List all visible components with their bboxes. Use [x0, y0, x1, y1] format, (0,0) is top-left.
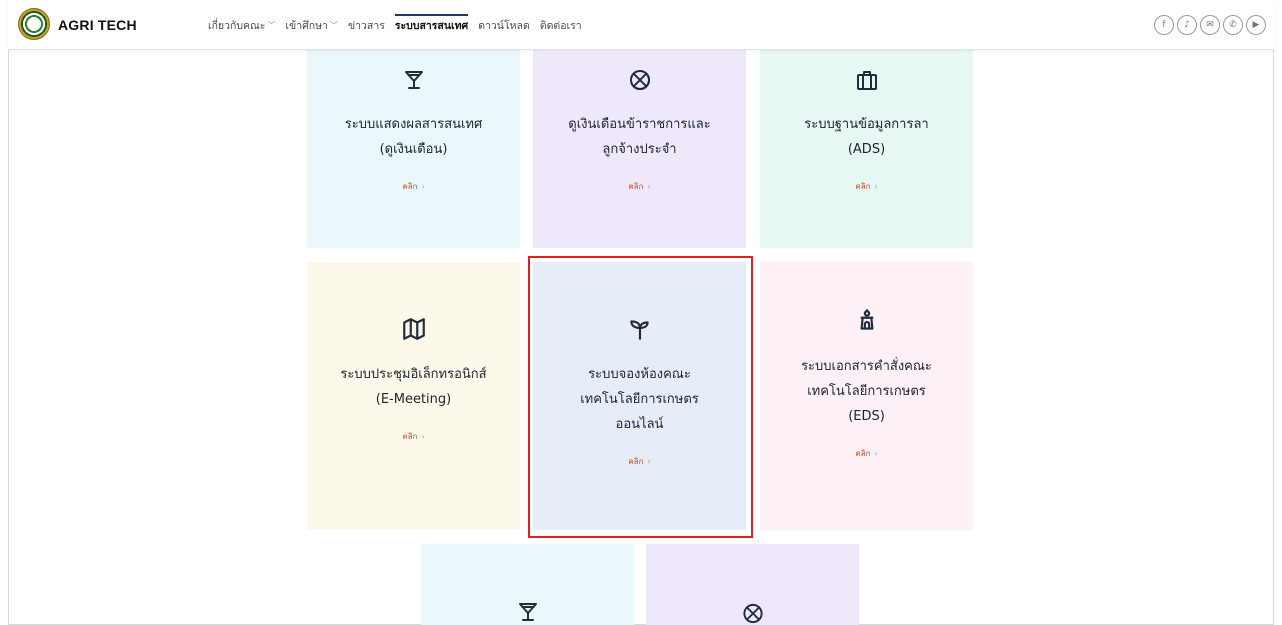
nav-item-download[interactable]: ดาวน์โหลด — [473, 0, 535, 50]
nav-item-admission[interactable]: เข้าศึกษา ﹀ — [280, 0, 343, 50]
card-link-text: คลิก — [628, 182, 644, 191]
card-leave-db[interactable]: ระบบฐานข้อมูลการลา (ADS) คลิก › — [760, 50, 973, 248]
card-title-line: ระบบแสดงผลสารสนเทศ — [344, 117, 483, 132]
card-e-meeting[interactable]: ระบบประชุมอิเล็กทรอนิกส์ (E-Meeting) คลิ… — [307, 262, 520, 530]
card-title-line: ออนไลน์ — [615, 417, 664, 432]
basketball-icon — [629, 70, 650, 90]
card-title-line: ระบบเอกสารคำสั่งคณะ — [801, 359, 932, 374]
nav-item-information-systems[interactable]: ระบบสารสนเทศ — [390, 0, 473, 50]
main-nav: เกี่ยวกับคณะ ﹀ เข้าศึกษา ﹀ ข่าวสาร ระบบสาร… — [203, 0, 587, 50]
youtube-icon[interactable]: ▶ — [1246, 15, 1266, 35]
card-link[interactable]: คลิก › — [855, 180, 877, 193]
map-icon — [402, 318, 425, 340]
card-title-line: ระบบประชุมอิเล็กทรอนิกส์ — [340, 367, 487, 382]
card-row3-left[interactable] — [421, 544, 634, 625]
briefcase-icon — [856, 71, 877, 90]
sprout-icon — [629, 320, 649, 340]
chevron-right-icon: › — [874, 449, 878, 458]
card-link[interactable]: คลิก › — [628, 455, 650, 468]
scooter-icon — [860, 309, 873, 330]
card-link-text: คลิก — [855, 182, 871, 191]
basketball-icon — [742, 603, 763, 624]
card-title-line: ระบบฐานข้อมูลการลา — [804, 117, 929, 132]
social-links: f ♪ ✉ ✆ ▶ — [1154, 15, 1266, 35]
card-link[interactable]: คลิก › — [855, 447, 877, 460]
card-link[interactable]: คลิก › — [628, 180, 650, 193]
card-title-line: เทคโนโลยีการเกษตร — [807, 384, 926, 399]
brand-name[interactable]: AGRI TECH — [58, 17, 137, 33]
card-salary[interactable]: ดูเงินเดือนข้าราชการและ ลูกจ้างประจำ คลิ… — [533, 50, 746, 248]
mail-icon[interactable]: ✉ — [1200, 15, 1220, 35]
card-title-line: (ADS) — [847, 142, 886, 157]
card-link-text: คลิก — [402, 432, 418, 441]
card-title-line: (ดูเงินเดือน) — [379, 142, 448, 157]
chevron-down-icon: ﹀ — [267, 20, 276, 30]
nav-item-about[interactable]: เกี่ยวกับคณะ ﹀ — [203, 0, 280, 50]
chevron-right-icon: › — [874, 182, 878, 191]
card-info-display[interactable]: ระบบแสดงผลสารสนเทศ (ดูเงินเดือน) คลิก › — [307, 50, 520, 248]
card-title-line: ระบบจองห้องคณะ — [588, 367, 691, 382]
chevron-right-icon: › — [647, 182, 651, 191]
card-title-line: ลูกจ้างประจำ — [602, 142, 677, 157]
cocktail-glass-icon — [404, 71, 423, 89]
chevron-down-icon: ﹀ — [329, 20, 338, 30]
nav-label: ติดต่อเรา — [539, 19, 582, 32]
card-title-line: เทคโนโลยีการเกษตร — [580, 392, 699, 407]
faculty-logo[interactable] — [18, 8, 50, 40]
card-link-text: คลิก — [855, 449, 871, 458]
cocktail-glass-icon — [518, 603, 537, 621]
card-title-line: (E-Meeting) — [375, 392, 452, 407]
card-title-line: ดูเงินเดือนข้าราชการและ — [568, 117, 711, 132]
card-room-booking[interactable]: ระบบจองห้องคณะ เทคโนโลยีการเกษตร ออนไลน์… — [533, 262, 746, 530]
facebook-icon[interactable]: f — [1154, 15, 1174, 35]
nav-label: ข่าวสาร — [347, 19, 385, 32]
nav-item-contact[interactable]: ติดต่อเรา — [535, 0, 587, 50]
nav-label: ดาวน์โหลด — [478, 19, 530, 32]
card-link-text: คลิก — [402, 182, 418, 191]
nav-item-news[interactable]: ข่าวสาร — [343, 0, 390, 50]
chevron-right-icon: › — [421, 432, 425, 441]
chevron-right-icon: › — [647, 457, 651, 466]
card-link[interactable]: คลิก › — [402, 430, 424, 443]
card-link-text: คลิก — [628, 457, 644, 466]
card-row3-right[interactable] — [646, 544, 859, 625]
card-title-line: (EDS) — [848, 409, 885, 424]
card-link[interactable]: คลิก › — [402, 180, 424, 193]
site-header: AGRI TECH เกี่ยวกับคณะ ﹀ เข้าศึกษา ﹀ ข่าวส… — [8, 0, 1274, 50]
chevron-right-icon: › — [421, 182, 425, 191]
phone-icon[interactable]: ✆ — [1223, 15, 1243, 35]
nav-label: เกี่ยวกับคณะ — [208, 19, 266, 32]
nav-label: เข้าศึกษา — [285, 19, 328, 32]
tiktok-icon[interactable]: ♪ — [1177, 15, 1197, 35]
nav-label: ระบบสารสนเทศ — [394, 19, 469, 32]
card-eds[interactable]: ระบบเอกสารคำสั่งคณะ เทคโนโลยีการเกษตร (E… — [760, 262, 973, 530]
